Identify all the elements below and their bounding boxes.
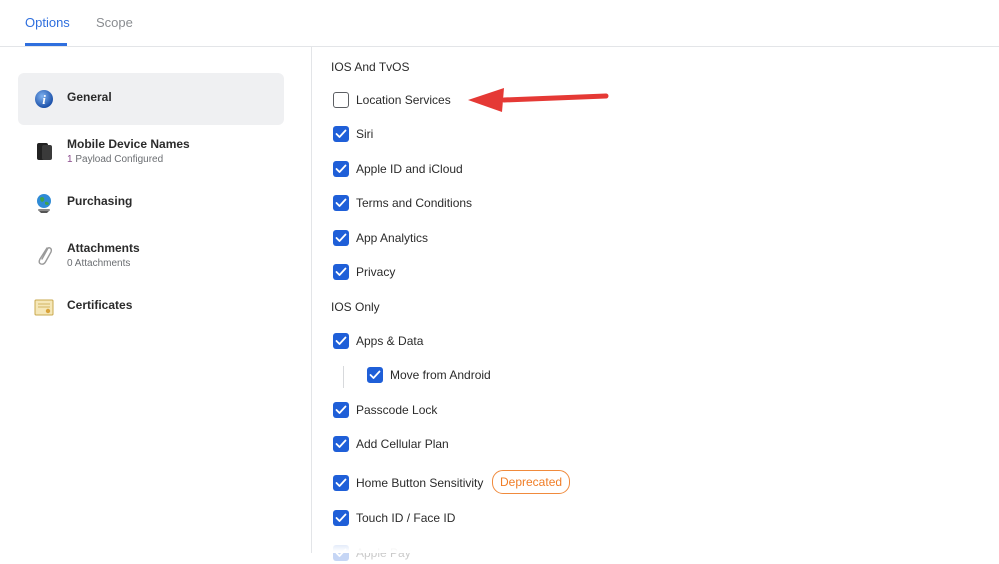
- device-icon: [33, 140, 55, 162]
- sidebar-item-label: Attachments: [67, 241, 140, 255]
- sidebar-item-label: Certificates: [67, 298, 133, 312]
- checkbox[interactable]: [333, 195, 349, 211]
- checkbox[interactable]: [333, 126, 349, 142]
- option-label: Location Services: [356, 93, 451, 107]
- sidebar-item-label: Purchasing: [67, 194, 133, 208]
- option-label: App Analytics: [356, 231, 429, 245]
- sidebar-item-general[interactable]: i General: [18, 73, 284, 125]
- option-label: Move from Android: [390, 368, 491, 382]
- sidebar-item-certificates[interactable]: Certificates: [18, 281, 284, 333]
- options-panel: IOS And TvOS Location Services Siri Appl…: [312, 47, 999, 561]
- payload-text: Payload Configured: [72, 154, 164, 165]
- tab-options[interactable]: Options: [25, 15, 70, 30]
- globe-icon: [33, 192, 55, 214]
- checkbox[interactable]: [333, 333, 349, 349]
- option-label: Home Button Sensitivity: [356, 476, 484, 490]
- option-label: Passcode Lock: [356, 403, 438, 417]
- tab-bar: Options Scope: [0, 0, 999, 47]
- annotation-arrow-icon: [468, 88, 609, 112]
- attachment-text: Attachments: [72, 258, 131, 269]
- sidebar-item-attachments[interactable]: Attachments 0 Attachments: [18, 229, 284, 281]
- sidebar-item-label: General: [67, 90, 112, 104]
- active-tab-indicator: [25, 43, 67, 46]
- checkbox[interactable]: [333, 230, 349, 246]
- sidebar-item-subtitle: 1 Payload Configured: [67, 154, 163, 165]
- option-label: Apps & Data: [356, 334, 424, 348]
- checkbox[interactable]: [367, 367, 383, 383]
- checkbox[interactable]: [333, 436, 349, 452]
- sidebar-item-purchasing[interactable]: Purchasing: [18, 177, 284, 229]
- option-label: Apple ID and iCloud: [356, 162, 463, 176]
- option-label: Privacy: [356, 265, 396, 279]
- section-title-ios-only: IOS Only: [331, 300, 380, 314]
- deprecated-badge: Deprecated: [492, 470, 571, 494]
- option-label: Add Cellular Plan: [356, 437, 449, 451]
- checkbox[interactable]: [333, 510, 349, 526]
- checkbox[interactable]: [333, 475, 349, 491]
- indent-guide: [343, 366, 344, 388]
- tab-scope[interactable]: Scope: [96, 15, 133, 30]
- option-label: Terms and Conditions: [356, 196, 473, 210]
- checkbox[interactable]: [333, 402, 349, 418]
- scroll-fade: [312, 538, 999, 553]
- checkbox[interactable]: [333, 161, 349, 177]
- checkbox[interactable]: [333, 92, 349, 108]
- info-icon: i: [33, 88, 55, 110]
- certificate-icon: [33, 296, 55, 318]
- option-label: Touch ID / Face ID: [356, 511, 456, 525]
- sidebar-item-subtitle: 0 Attachments: [67, 258, 130, 269]
- paperclip-icon: [33, 244, 55, 266]
- option-label: Siri: [356, 127, 374, 141]
- section-title-ios-tvos: IOS And TvOS: [331, 60, 410, 74]
- sidebar-item-label: Mobile Device Names: [67, 137, 190, 151]
- svg-text:i: i: [42, 92, 46, 107]
- checkbox[interactable]: [333, 264, 349, 280]
- sidebar-item-mobile-device-names[interactable]: Mobile Device Names 1 Payload Configured: [18, 125, 284, 177]
- option-home-button-sensitivity[interactable]: Home Button Sensitivity Deprecated: [333, 470, 593, 494]
- sidebar: i General Mobile Device Names 1 Payload …: [0, 47, 312, 553]
